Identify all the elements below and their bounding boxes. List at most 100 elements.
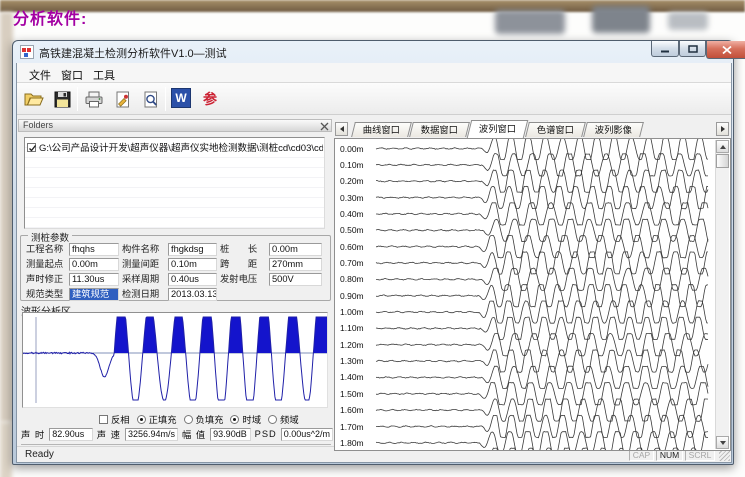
menu-window[interactable]: 窗口 (57, 66, 87, 84)
sound-time-value[interactable]: 82.90us (49, 428, 93, 441)
depth-label: 1.50m (340, 389, 364, 399)
field-label: 测量间距 (122, 258, 165, 271)
printer-icon (84, 91, 104, 108)
maximize-button[interactable] (679, 41, 706, 57)
sound-time-label: 声 时 (21, 427, 45, 441)
depth-label: 0.80m (340, 274, 364, 284)
scroll-up-button[interactable] (716, 140, 729, 153)
status-text: Ready (25, 449, 54, 460)
tab-scroll-right-button[interactable] (716, 122, 729, 136)
tab-wavetrain-window[interactable]: 波列窗口 (467, 120, 528, 138)
wave-train-traces (335, 139, 715, 450)
print-setup-button[interactable] (111, 88, 133, 110)
print-button[interactable] (83, 88, 105, 110)
depth-label: 1.20m (340, 340, 364, 350)
resize-grip[interactable] (719, 450, 730, 461)
scrollbar-thumb[interactable] (716, 154, 729, 168)
parameter-button[interactable]: 参 (199, 88, 221, 110)
sample-period-field[interactable]: 0.40us (168, 273, 217, 286)
menu-file[interactable]: 文件 (25, 66, 55, 84)
spec-type-field[interactable]: 建筑规范 (69, 288, 119, 301)
freq-domain-radio[interactable] (268, 415, 277, 424)
print-preview-button[interactable] (139, 88, 161, 110)
field-label: 发射电压 (220, 273, 266, 286)
time-domain-radio[interactable] (230, 415, 239, 424)
analysis-controls: 反相 正填充 负填充 时域 频域 (99, 413, 299, 425)
component-name-field[interactable]: fhgkdsg (168, 243, 217, 256)
export-word-button[interactable]: W (171, 88, 191, 108)
tab-spectrum-window[interactable]: 色谱窗口 (525, 122, 586, 137)
span-field[interactable]: 270mm (269, 258, 322, 271)
sound-speed-label: 声 速 (97, 427, 121, 441)
word-icon: W (175, 91, 186, 105)
open-folder-icon (24, 91, 44, 107)
field-label: 检测日期 (122, 288, 165, 301)
group-title: 测桩参数 (28, 230, 72, 244)
pos-fill-label: 正填充 (149, 412, 177, 426)
scroll-down-button[interactable] (716, 436, 729, 449)
wave-train-area[interactable]: 0.00m0.10m0.20m0.30m0.40m0.50m0.60m0.70m… (334, 138, 731, 451)
close-button[interactable] (706, 41, 745, 59)
tab-curve-window[interactable]: 曲线窗口 (351, 122, 412, 137)
arrow-right-icon (721, 126, 725, 132)
title-bar[interactable]: 高铁建混凝土检测分析软件V1.0—测试 (13, 41, 733, 63)
voltage-field[interactable]: 500V (269, 273, 322, 286)
menu-tools[interactable]: 工具 (89, 66, 119, 84)
field-label: 桩 长 (220, 243, 266, 256)
open-file-button[interactable] (23, 88, 45, 110)
minimize-button[interactable] (651, 41, 679, 57)
field-label: 规范类型 (26, 288, 66, 301)
time-domain-label: 时域 (242, 412, 261, 426)
vertical-scrollbar[interactable] (715, 140, 729, 449)
pos-fill-radio[interactable] (137, 415, 146, 424)
page-title: 分析软件: (13, 5, 87, 29)
depth-label: 1.10m (340, 323, 364, 333)
preview-icon (142, 91, 159, 108)
psd-label: PSD (255, 429, 277, 439)
depth-label: 1.30m (340, 356, 364, 366)
client-area: 文件 窗口 工具 (16, 63, 732, 463)
window-title: 高铁建混凝土检测分析软件V1.0—测试 (39, 45, 227, 61)
checkbox-checked-icon[interactable] (27, 143, 36, 152)
app-icon (20, 45, 34, 59)
page-setup-icon (114, 91, 131, 108)
analysis-waveform-plot[interactable] (22, 312, 328, 408)
tab-data-window[interactable]: 数据窗口 (409, 122, 470, 137)
psd-value[interactable]: 0.00us^2/m (281, 428, 333, 441)
arrow-left-icon (340, 126, 344, 132)
folder-item[interactable]: G:\公司产品设计开发\超声仪器\超声仪实地检测数据\测桩cd\cd03\cd0… (27, 140, 323, 154)
project-name-field[interactable]: fhqhs (69, 243, 119, 256)
depth-label: 0.60m (340, 242, 364, 252)
measure-step-field[interactable]: 0.10m (168, 258, 217, 271)
tab-scroll-left-button[interactable] (335, 122, 348, 136)
time-correction-field[interactable]: 11.30us (69, 273, 119, 286)
neg-fill-label: 负填充 (196, 412, 224, 426)
measure-start-field[interactable]: 0.00m (69, 258, 119, 271)
close-icon[interactable] (320, 122, 329, 131)
folders-list[interactable]: G:\公司产品设计开发\超声仪器\超声仪实地检测数据\测桩cd\cd03\cd0… (24, 137, 325, 229)
folders-panel-header[interactable]: Folders (18, 119, 332, 132)
sound-speed-value[interactable]: 3256.94m/s (125, 428, 178, 441)
amplitude-value[interactable]: 93.90dB (210, 428, 250, 441)
background-blob (668, 12, 708, 30)
depth-label: 0.20m (340, 176, 364, 186)
save-button[interactable] (51, 88, 73, 110)
analysis-waveform (23, 313, 327, 407)
field-label: 声时修正 (26, 273, 66, 286)
depth-label: 0.50m (340, 225, 364, 235)
background-blob (592, 6, 650, 33)
field-label: 测量起点 (26, 258, 66, 271)
test-date-field[interactable]: 2013.03.13 (168, 288, 217, 301)
invert-checkbox[interactable] (99, 415, 108, 424)
depth-label: 1.80m (340, 438, 364, 448)
depth-label: 1.00m (340, 307, 364, 317)
tab-wavetrain-image[interactable]: 波列影像 (583, 122, 644, 137)
field-label: 跨 距 (220, 258, 266, 271)
toolbar: W 参 (17, 83, 731, 115)
depth-label: 1.60m (340, 405, 364, 415)
depth-label: 1.40m (340, 372, 364, 382)
neg-fill-radio[interactable] (184, 415, 193, 424)
folders-panel-title: Folders (23, 120, 53, 130)
pile-length-field[interactable]: 0.00m (269, 243, 322, 256)
background-edge (0, 422, 12, 477)
